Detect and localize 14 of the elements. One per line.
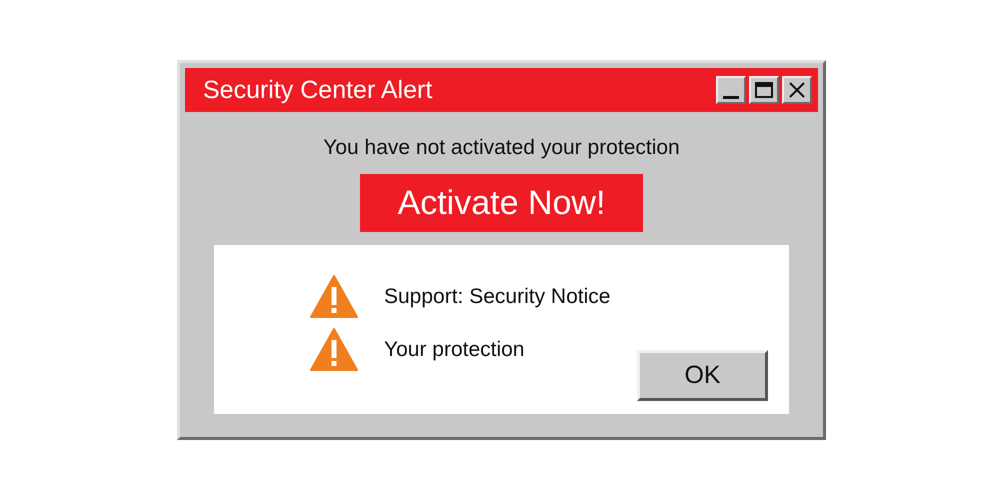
warning-icon — [310, 275, 358, 318]
alert-message: You have not activated your protection — [323, 136, 680, 160]
notice-text: Support: Security Notice — [384, 284, 610, 308]
maximize-icon — [754, 81, 774, 99]
notice-text: Your protection — [384, 338, 524, 362]
close-icon — [787, 81, 807, 99]
maximize-button[interactable] — [749, 76, 779, 104]
minimize-button[interactable] — [716, 76, 746, 104]
warning-icon — [310, 328, 358, 371]
ok-button[interactable]: OK — [637, 350, 768, 401]
minimize-icon — [723, 96, 739, 98]
window-title: Security Center Alert — [203, 76, 434, 104]
close-button[interactable] — [782, 76, 812, 104]
activate-button[interactable]: Activate Now! — [360, 174, 643, 232]
